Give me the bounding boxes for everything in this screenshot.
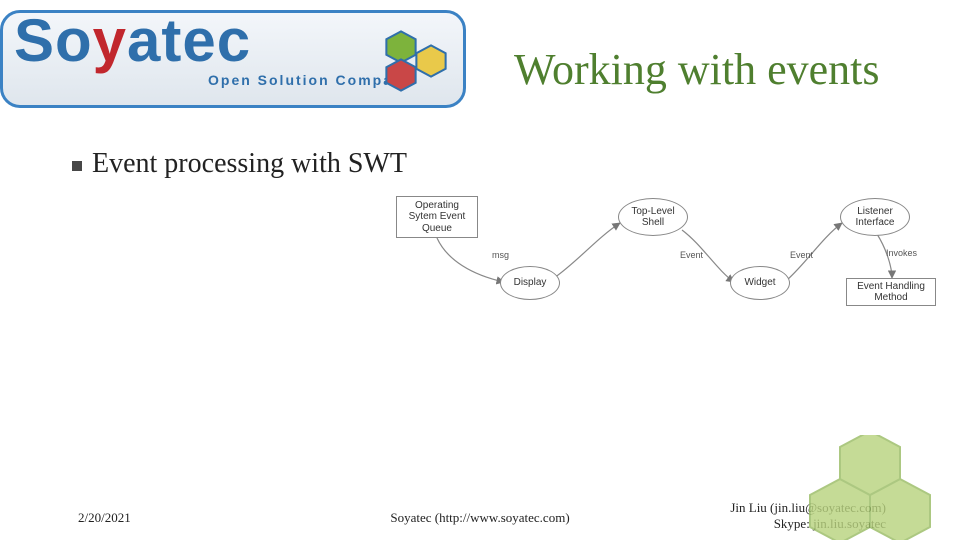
- background-hex-icon: [770, 435, 960, 540]
- logo-tagline: Open Solution Company: [208, 72, 413, 88]
- hex-icon: [414, 44, 448, 78]
- edge-label-msg: msg: [492, 250, 509, 260]
- bullet-text: Event processing with SWT: [92, 148, 407, 180]
- swt-event-diagram: Operating Sytem Event Queue Display Top-…: [392, 190, 922, 320]
- edge-label-invokes: Invokes: [886, 248, 917, 258]
- company-logo: Soyatec Open Solution Company: [0, 10, 470, 110]
- bullet-marker-icon: [72, 161, 82, 171]
- logo-seg1: So: [14, 7, 93, 74]
- node-widget: Widget: [730, 266, 790, 300]
- node-display: Display: [500, 266, 560, 300]
- node-listener: Listener Interface: [840, 198, 910, 236]
- node-handler: Event Handling Method: [846, 278, 936, 306]
- hex-icon: [384, 58, 418, 92]
- bullet: Event processing with SWT: [72, 148, 407, 180]
- logo-seg2: atec: [127, 7, 251, 74]
- slide-title: Working with events: [514, 44, 880, 95]
- node-top-shell: Top-Level Shell: [618, 198, 688, 236]
- logo-word: Soyatec: [14, 6, 251, 75]
- logo-seg-y: y: [93, 7, 127, 74]
- edge-label-event1: Event: [680, 250, 703, 260]
- edge-label-event2: Event: [790, 250, 813, 260]
- node-os-queue: Operating Sytem Event Queue: [396, 196, 478, 238]
